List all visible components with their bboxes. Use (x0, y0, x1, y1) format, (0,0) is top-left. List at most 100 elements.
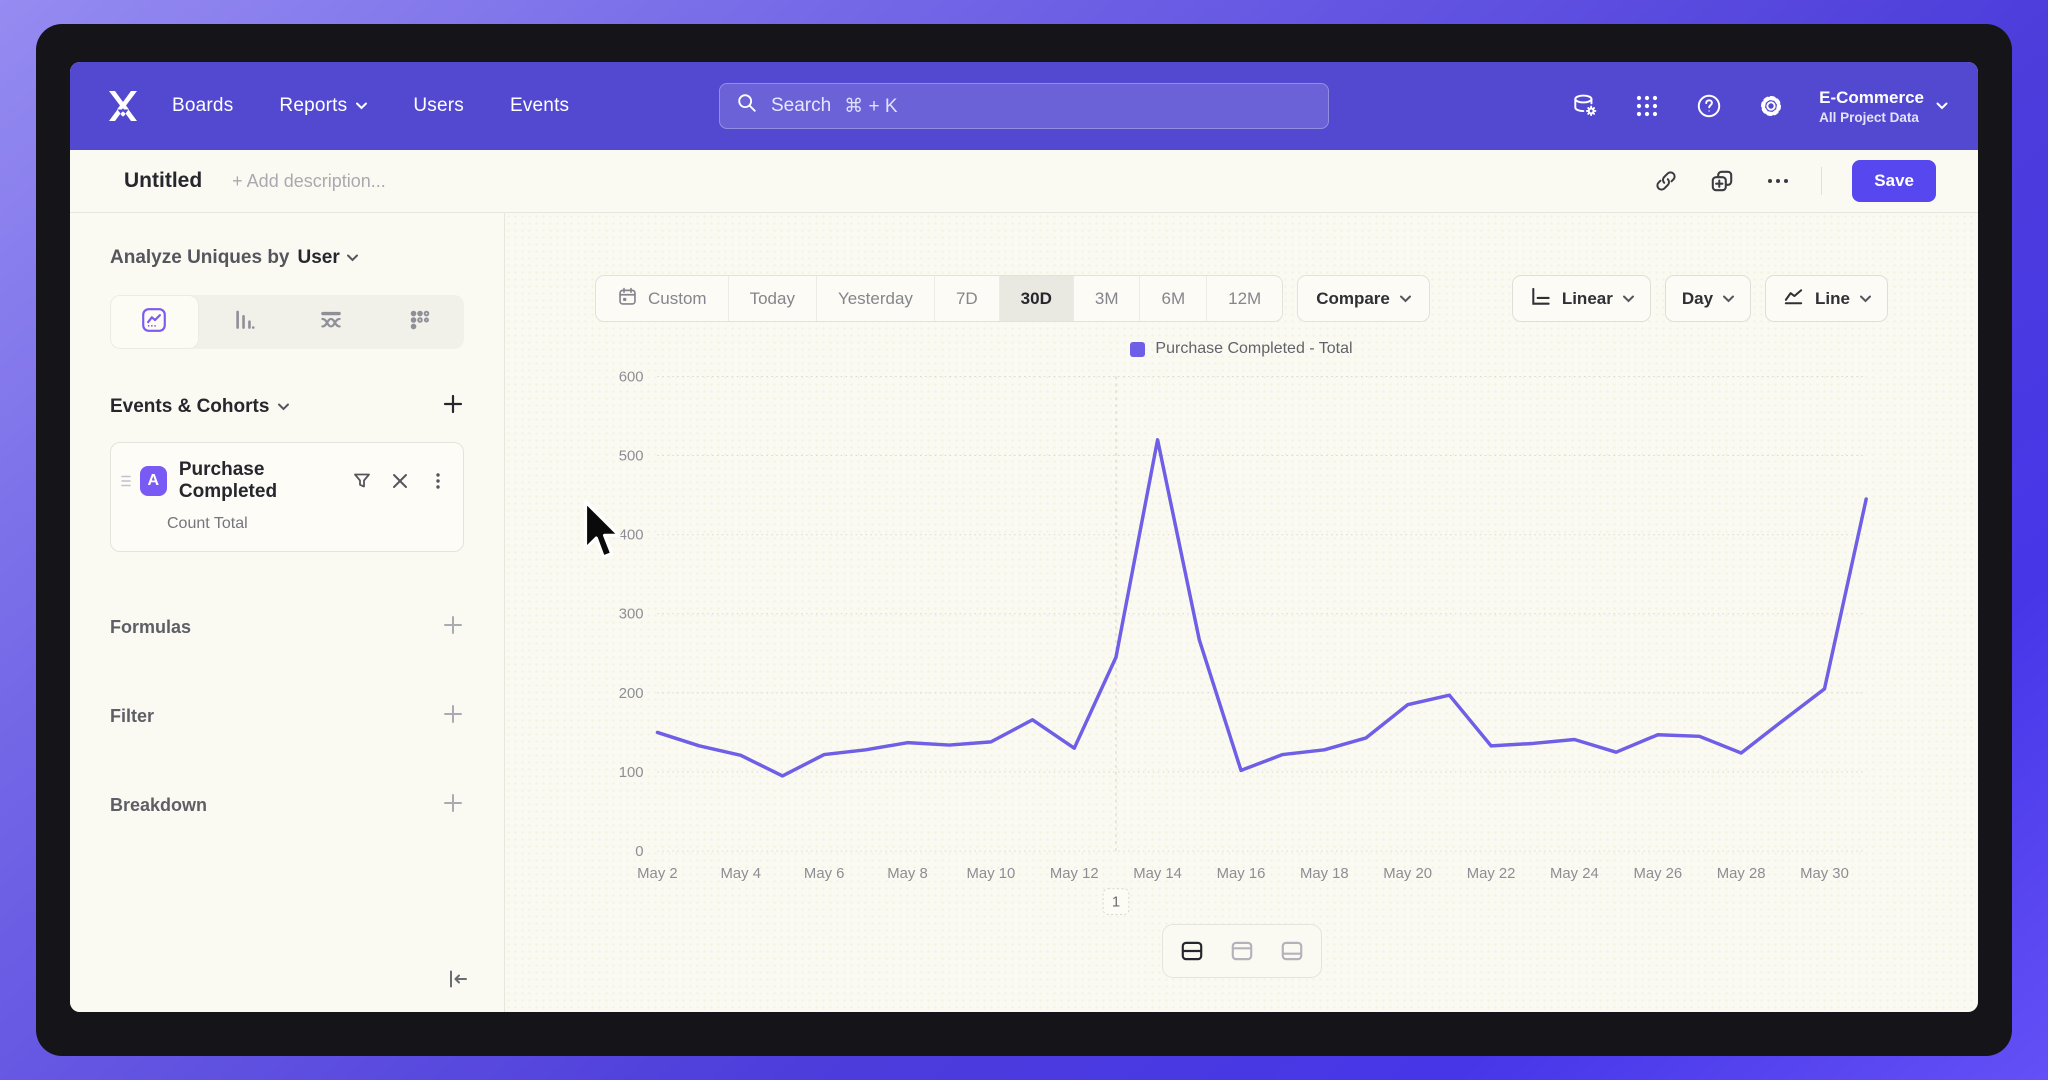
svg-text:May 26: May 26 (1633, 866, 1682, 882)
svg-text:100: 100 (619, 765, 644, 781)
svg-text:May 12: May 12 (1050, 866, 1099, 882)
search-input[interactable]: Search ⌘ + K (719, 83, 1329, 129)
help-icon[interactable] (1695, 92, 1723, 120)
svg-text:May 22: May 22 (1467, 866, 1516, 882)
nav-item-users[interactable]: Users (413, 95, 464, 117)
range-custom[interactable]: Custom (596, 276, 729, 321)
svg-text:0: 0 (635, 844, 643, 860)
toggle-table-top[interactable] (1219, 930, 1265, 972)
remove-event-icon[interactable] (389, 470, 411, 492)
funnels-bars-icon (229, 306, 257, 339)
event-name[interactable]: Purchase Completed (179, 459, 351, 503)
event-series-badge: A (140, 466, 167, 496)
nav-item-reports[interactable]: Reports (279, 95, 367, 117)
chart-type-dropdown[interactable]: Line (1765, 275, 1888, 322)
chevron-down-icon (347, 254, 358, 262)
collapse-sidebar-icon[interactable] (446, 967, 470, 996)
linear-axis-icon (1529, 285, 1552, 313)
line-chart[interactable]: 01002003004005006001May 2May 4May 6May 8… (595, 362, 1888, 922)
chevron-down-icon (1723, 295, 1734, 303)
layout-toggle-group (1162, 924, 1322, 978)
apps-grid-icon[interactable] (1633, 92, 1661, 120)
range-12m[interactable]: 12M (1207, 276, 1282, 321)
more-options-icon[interactable] (1765, 168, 1791, 194)
duplicate-icon[interactable] (1709, 168, 1735, 194)
add-formula-button[interactable] (442, 614, 464, 641)
interval-dropdown[interactable]: Day (1665, 275, 1751, 322)
range-today[interactable]: Today (729, 276, 817, 321)
add-event-button[interactable] (442, 393, 464, 420)
report-title[interactable]: Untitled (124, 169, 202, 193)
query-builder-sidebar: Analyze Uniques by User (70, 213, 505, 1012)
range-yesterday[interactable]: Yesterday (817, 276, 935, 321)
svg-text:May 18: May 18 (1300, 866, 1349, 882)
chevron-down-icon (1936, 102, 1948, 110)
svg-text:600: 600 (619, 369, 644, 385)
chevron-down-icon (356, 102, 367, 110)
add-breakdown-button[interactable] (442, 792, 464, 819)
search-shortcut: ⌘ + K (844, 95, 897, 118)
compare-dropdown[interactable]: Compare (1297, 275, 1430, 322)
analyze-by-dropdown[interactable]: User (298, 247, 358, 269)
chevron-down-icon (1400, 295, 1411, 303)
scale-dropdown[interactable]: Linear (1512, 275, 1651, 322)
event-card[interactable]: A Purchase Completed (110, 442, 464, 552)
svg-text:200: 200 (619, 686, 644, 702)
project-name: E-Commerce (1819, 88, 1924, 108)
window-frame: Boards Reports Users Events Search ⌘ + K (36, 24, 2012, 1056)
range-30d[interactable]: 30D (1000, 276, 1074, 321)
settings-gear-icon[interactable] (1757, 92, 1785, 120)
project-switcher[interactable]: E-Commerce All Project Data (1819, 88, 1948, 125)
chart-panel: Custom Today Yesterday 7D 30D 3M 6M 12M … (505, 213, 1978, 1012)
event-metric[interactable]: Count Total (167, 515, 449, 533)
copy-link-icon[interactable] (1653, 168, 1679, 194)
events-cohorts-header[interactable]: Events & Cohorts (110, 396, 289, 418)
event-kebab-menu-icon[interactable] (427, 470, 449, 492)
analyze-uniques-label: Analyze Uniques by (110, 247, 290, 269)
app-window: Boards Reports Users Events Search ⌘ + K (70, 62, 1978, 1012)
tab-retention[interactable] (376, 295, 465, 349)
drag-handle-icon[interactable] (119, 474, 134, 488)
filter-label: Filter (110, 706, 154, 727)
toggle-table-bottom[interactable] (1269, 930, 1315, 972)
nav-links: Boards Reports Users Events (172, 95, 569, 117)
mixpanel-logo-icon[interactable] (100, 86, 146, 126)
range-7d[interactable]: 7D (935, 276, 1000, 321)
top-navbar: Boards Reports Users Events Search ⌘ + K (70, 62, 1978, 150)
svg-text:May 24: May 24 (1550, 866, 1599, 882)
data-management-icon[interactable] (1571, 92, 1599, 120)
tab-insights[interactable] (110, 295, 199, 349)
svg-text:500: 500 (619, 448, 644, 464)
chevron-down-icon (278, 403, 289, 411)
tab-flows[interactable] (287, 295, 376, 349)
line-chart-icon (1782, 285, 1805, 313)
tab-funnels[interactable] (199, 295, 288, 349)
report-type-tabs (110, 295, 464, 349)
nav-item-boards[interactable]: Boards (172, 95, 233, 117)
add-description-field[interactable]: + Add description... (232, 171, 386, 192)
search-icon (736, 92, 758, 120)
divider (1821, 167, 1822, 195)
svg-text:May 28: May 28 (1717, 866, 1766, 882)
chart-legend[interactable]: Purchase Completed - Total (595, 338, 1888, 360)
report-header: Untitled + Add description... (70, 150, 1978, 213)
svg-text:May 4: May 4 (721, 866, 761, 882)
range-3m[interactable]: 3M (1074, 276, 1141, 321)
range-6m[interactable]: 6M (1140, 276, 1207, 321)
search-placeholder: Search (771, 95, 831, 117)
svg-text:May 6: May 6 (804, 866, 844, 882)
insights-line-chart-icon (140, 306, 168, 339)
add-filter-button[interactable] (442, 703, 464, 730)
svg-text:300: 300 (619, 607, 644, 623)
svg-text:May 8: May 8 (887, 866, 927, 882)
svg-text:May 14: May 14 (1133, 866, 1182, 882)
save-button[interactable]: Save (1852, 160, 1936, 202)
breakdown-label: Breakdown (110, 795, 207, 816)
nav-item-events[interactable]: Events (510, 95, 569, 117)
svg-text:400: 400 (619, 528, 644, 544)
filter-funnel-icon[interactable] (351, 470, 373, 492)
chevron-down-icon (1623, 295, 1634, 303)
formulas-label: Formulas (110, 617, 191, 638)
toggle-chart-and-table[interactable] (1169, 930, 1215, 972)
navbar-right: E-Commerce All Project Data (1571, 88, 1948, 125)
